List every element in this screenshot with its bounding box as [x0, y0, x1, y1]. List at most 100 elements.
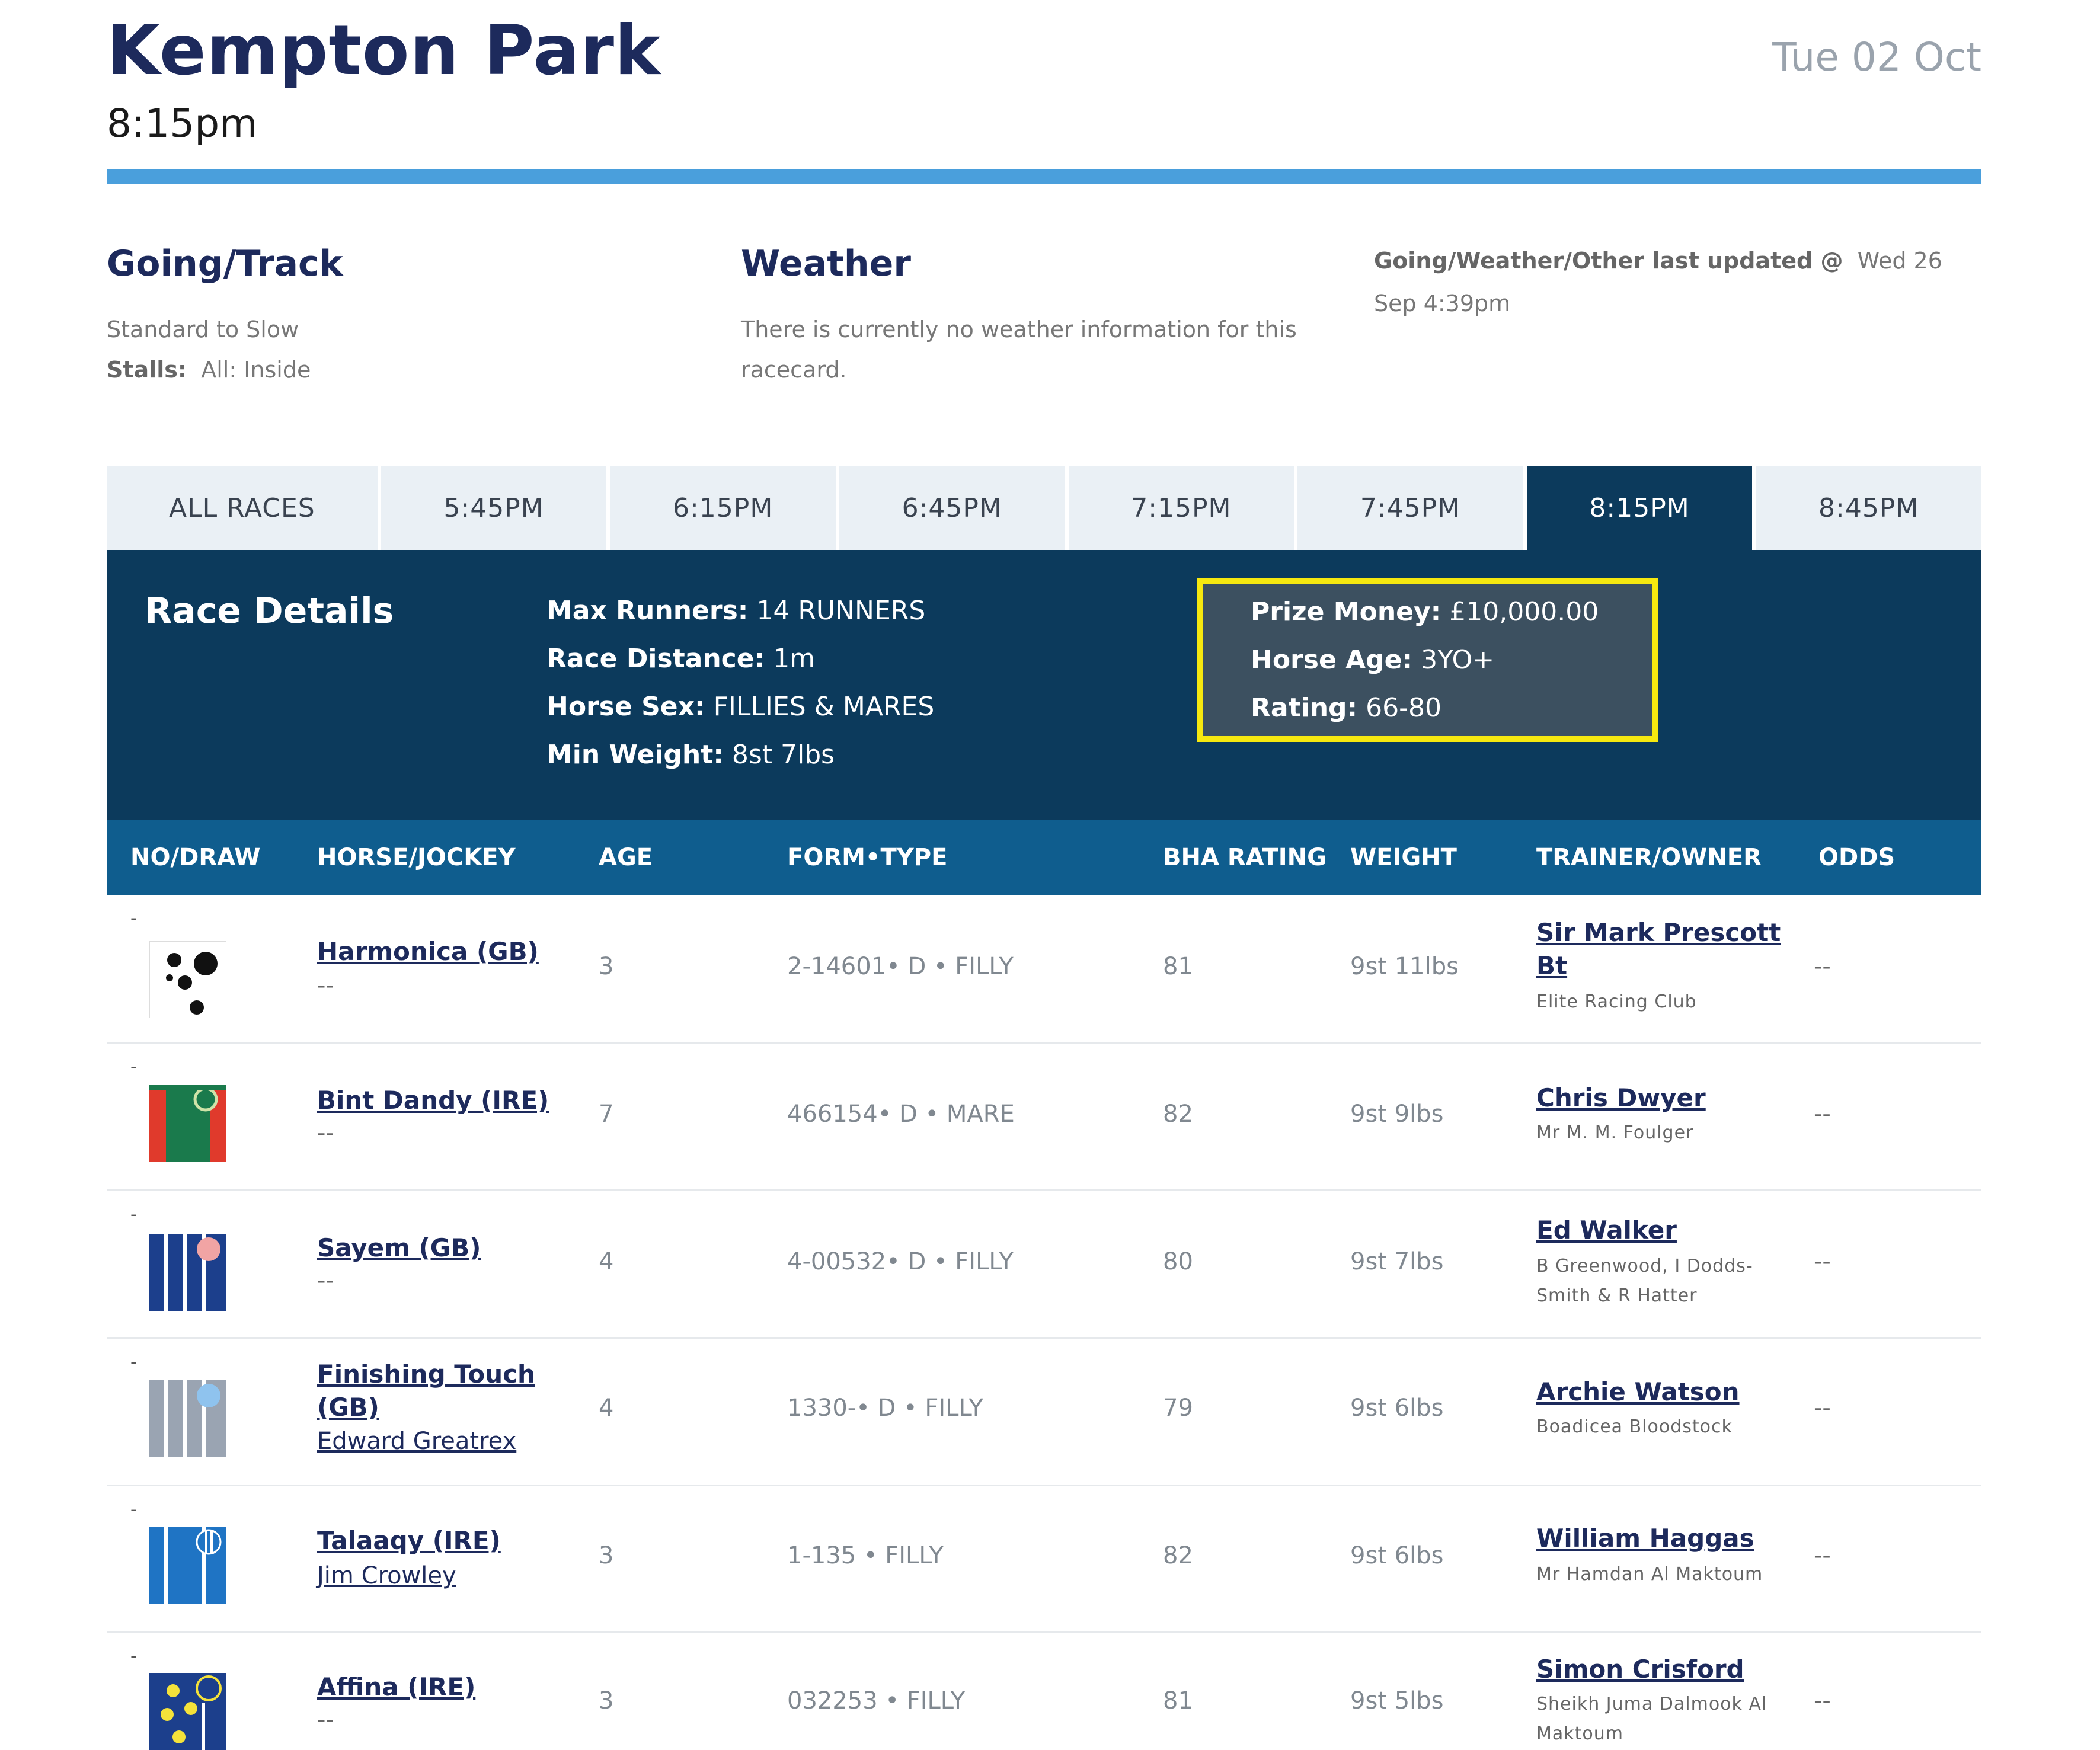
draw-number: -	[130, 1204, 137, 1225]
min-weight-value: 8st 7lbs	[731, 740, 835, 770]
prize-money-label: Prize Money:	[1251, 597, 1441, 627]
table-row[interactable]: - Sayem (GB) -- 4 4-00532• D • FILLY 80 …	[107, 1191, 1981, 1339]
horse-age: 3	[599, 1542, 614, 1569]
col-age[interactable]: AGE	[599, 844, 653, 871]
jockey-silks-icon	[149, 1527, 226, 1604]
horse-age: 3	[599, 1687, 614, 1714]
table-row[interactable]: - Finishing Touch (GB) Edward Greatrex 4…	[107, 1339, 1981, 1486]
owner-name: Sheikh Juma Dalmook Al Maktoum	[1536, 1694, 1767, 1744]
prize-money-value: £10,000.00	[1449, 597, 1599, 627]
horse-name-link[interactable]: Bint Dandy (IRE)	[317, 1084, 549, 1117]
form-type: 4-00532• D • FILLY	[787, 1248, 1014, 1275]
trainer-link[interactable]: Chris Dwyer	[1536, 1082, 1797, 1115]
race-date: Tue 02 Oct	[1772, 34, 1981, 80]
bha-rating: 82	[1163, 1542, 1193, 1569]
prize-details-list: Prize Money: £10,000.00 Horse Age: 3YO+ …	[1251, 588, 1599, 732]
horse-age: 7	[599, 1100, 614, 1128]
tab-545pm[interactable]: 5:45PM	[381, 466, 607, 550]
col-no-draw[interactable]: NO/DRAW	[130, 844, 260, 871]
tab-615pm[interactable]: 6:15PM	[610, 466, 836, 550]
jockey-silks-icon	[149, 1673, 226, 1750]
trainer-link[interactable]: Ed Walker	[1536, 1214, 1797, 1247]
owner-name: B Greenwood, I Dodds-Smith & R Hatter	[1536, 1256, 1753, 1306]
bha-rating: 79	[1163, 1394, 1193, 1422]
max-runners-value: 14 RUNNERS	[756, 596, 926, 626]
col-form-type[interactable]: FORM•TYPE	[787, 844, 947, 871]
race-distance: Race Distance: 1m	[546, 635, 934, 683]
max-runners-label: Max Runners:	[546, 596, 749, 626]
horse-age: 4	[599, 1394, 614, 1422]
horse-sex-value: FILLIES & MARES	[713, 692, 935, 722]
table-row[interactable]: - Talaaqy (IRE) Jim Crowley 3 1-135 • FI…	[107, 1486, 1981, 1633]
form-type: 1-135 • FILLY	[787, 1542, 944, 1569]
race-details-panel: Race Details Max Runners: 14 RUNNERS Rac…	[107, 550, 1981, 820]
trainer-link[interactable]: Simon Crisford	[1536, 1653, 1797, 1686]
col-weight[interactable]: WEIGHT	[1350, 844, 1457, 871]
odds-value: --	[1814, 1100, 1831, 1128]
horse-weight: 9st 9lbs	[1350, 1100, 1444, 1128]
horse-weight: 9st 5lbs	[1350, 1687, 1444, 1714]
form-type: 1330-• D • FILLY	[787, 1394, 983, 1422]
form-type: 466154• D • MARE	[787, 1100, 1015, 1128]
horse-weight: 9st 7lbs	[1350, 1248, 1444, 1275]
bha-rating: 82	[1163, 1100, 1193, 1128]
venue-title: Kempton Park	[107, 11, 661, 91]
trainer-link[interactable]: William Haggas	[1536, 1522, 1797, 1555]
col-odds[interactable]: ODDS	[1818, 844, 1895, 871]
runners-table-header: NO/DRAW HORSE/JOCKEY AGE FORM•TYPE BHA R…	[107, 820, 1981, 895]
tab-all-races[interactable]: ALL RACES	[107, 466, 378, 550]
trainer-link[interactable]: Sir Mark Prescott Bt	[1536, 916, 1785, 983]
col-horse-jockey[interactable]: HORSE/JOCKEY	[317, 844, 516, 871]
draw-number: -	[130, 1499, 137, 1520]
race-tabs: ALL RACES 5:45PM 6:15PM 6:45PM 7:15PM 7:…	[107, 466, 1981, 550]
horse-sex-label: Horse Sex:	[546, 692, 705, 722]
table-row[interactable]: - Affina (IRE) -- 3 032253 • FILLY 81 9s…	[107, 1633, 1981, 1750]
horse-name-link[interactable]: Finishing Touch (GB)	[317, 1358, 566, 1424]
horse-name-link[interactable]: Talaaqy (IRE)	[317, 1524, 501, 1557]
stalls-label: Stalls:	[107, 357, 187, 383]
draw-number: -	[130, 908, 137, 929]
horse-weight: 9st 6lbs	[1350, 1394, 1444, 1422]
odds-value: --	[1814, 953, 1831, 980]
jockey-link[interactable]: Jim Crowley	[317, 1562, 456, 1589]
jockey-name: --	[317, 1267, 334, 1294]
min-weight-label: Min Weight:	[546, 740, 724, 770]
owner-name: Mr Hamdan Al Maktoum	[1536, 1564, 1763, 1585]
horse-age: 4	[599, 1248, 614, 1275]
horse-age: Horse Age: 3YO+	[1251, 636, 1599, 684]
odds-value: --	[1814, 1542, 1831, 1569]
race-details-list: Max Runners: 14 RUNNERS Race Distance: 1…	[546, 587, 934, 779]
owner-name: Elite Racing Club	[1536, 991, 1697, 1012]
jockey-link[interactable]: Edward Greatrex	[317, 1428, 516, 1455]
going-value: Standard to Slow	[107, 316, 299, 343]
horse-name-link[interactable]: Sayem (GB)	[317, 1231, 481, 1265]
odds-value: --	[1814, 1394, 1831, 1422]
race-distance-value: 1m	[773, 644, 816, 674]
rating-value: 66-80	[1366, 693, 1441, 723]
horse-age: 3	[599, 953, 614, 980]
tab-715pm[interactable]: 7:15PM	[1068, 466, 1294, 550]
horse-name-link[interactable]: Affina (IRE)	[317, 1671, 475, 1704]
tab-745pm[interactable]: 7:45PM	[1297, 466, 1523, 550]
jockey-name: --	[317, 972, 334, 999]
tab-815pm[interactable]: 8:15PM	[1526, 466, 1753, 550]
trainer-link[interactable]: Archie Watson	[1536, 1375, 1797, 1409]
horse-age-label: Horse Age:	[1251, 645, 1413, 675]
horse-name-link[interactable]: Harmonica (GB)	[317, 935, 539, 968]
tab-845pm[interactable]: 8:45PM	[1756, 466, 1981, 550]
weather-heading: Weather	[741, 243, 911, 284]
last-updated: Going/Weather/Other last updated @ Wed 2…	[1374, 239, 1984, 325]
jockey-silks-icon	[149, 1380, 226, 1457]
owner-name: Boadicea Bloodstock	[1536, 1416, 1733, 1437]
jockey-silks-icon	[149, 1085, 226, 1162]
min-weight: Min Weight: 8st 7lbs	[546, 731, 934, 779]
max-runners: Max Runners: 14 RUNNERS	[546, 587, 934, 635]
table-row[interactable]: - Harmonica (GB) -- 3 2-14601• D • FILLY…	[107, 895, 1981, 1044]
tab-645pm[interactable]: 6:45PM	[839, 466, 1065, 550]
table-row[interactable]: - Bint Dandy (IRE) -- 7 466154• D • MARE…	[107, 1044, 1981, 1191]
jockey-silks-icon	[149, 941, 226, 1018]
jockey-silks-icon	[149, 1234, 226, 1311]
col-trainer-owner[interactable]: TRAINER/OWNER	[1536, 844, 1762, 871]
stalls-line: Stalls: All: Inside	[107, 350, 311, 390]
col-bha-rating[interactable]: BHA RATING	[1163, 844, 1327, 871]
